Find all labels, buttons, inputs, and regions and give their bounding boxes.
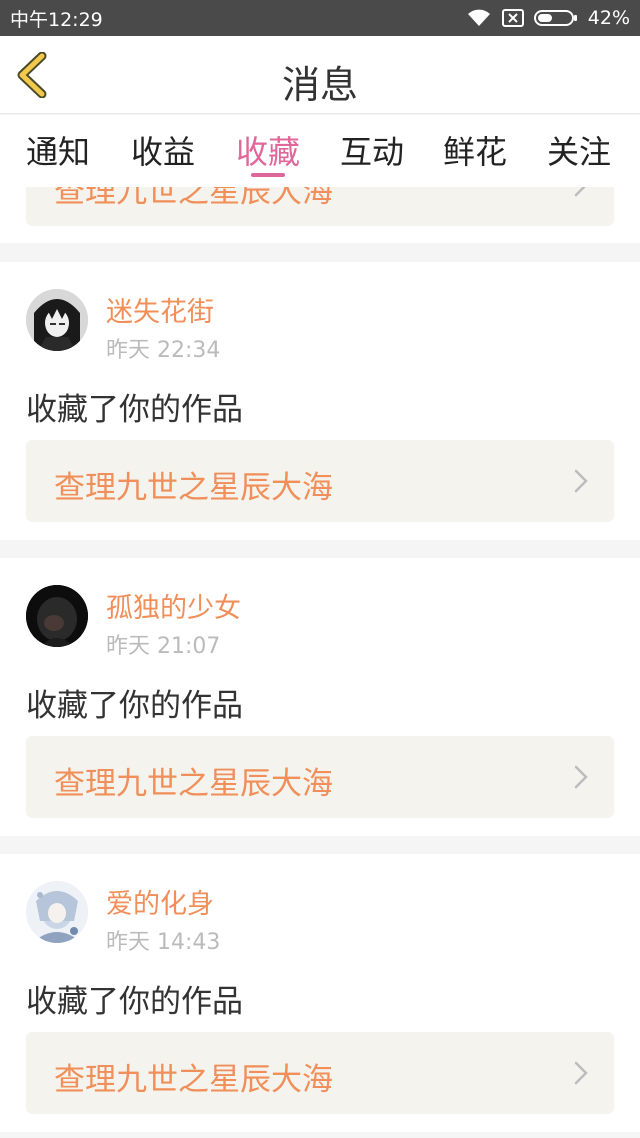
user-avatar[interactable] [26,881,88,943]
chevron-right-icon [574,187,586,197]
tab-notifications[interactable]: 通知 [26,127,90,173]
page-title: 消息 [281,63,358,107]
tab-favorites[interactable]: 收藏 [236,127,300,173]
nav-bar: 消息 [0,36,640,114]
user-avatar[interactable] [26,585,88,647]
tab-flowers[interactable]: 鲜花 [443,127,507,173]
work-title: 查理九世之星辰大海 [54,766,333,802]
timestamp: 昨天 14:43 [106,930,221,955]
action-text: 收藏了你的作品 [26,392,243,428]
action-text: 收藏了你的作品 [26,688,243,724]
tab-active-indicator [251,173,285,177]
message-card: 孤独的少女 昨天 21:07 收藏了你的作品 查理九世之星辰大海 [0,558,640,836]
message-card: 爱的化身 昨天 14:43 收藏了你的作品 查理九世之星辰大海 [0,854,640,1132]
work-link[interactable]: 查理九世之星辰大海 [26,736,614,818]
wifi-icon [466,8,492,28]
message-card-partial: 查理九世之星辰大海 [0,187,640,243]
work-title: 查理九世之星辰大海 [54,470,333,506]
status-bar: 中午12:29 42% [0,0,640,36]
sim-off-icon [501,8,524,28]
work-link[interactable]: 查理九世之星辰大海 [26,187,614,226]
username[interactable]: 孤独的少女 [106,586,241,625]
action-text: 收藏了你的作品 [26,984,243,1020]
tab-following[interactable]: 关注 [547,127,611,173]
chevron-right-icon [574,765,588,789]
work-link[interactable]: 查理九世之星辰大海 [26,1032,614,1114]
chevron-right-icon [574,1061,588,1085]
work-title: 查理九世之星辰大海 [54,187,333,210]
chevron-right-icon [574,469,588,493]
username[interactable]: 爱的化身 [106,882,214,921]
tab-earnings[interactable]: 收益 [131,127,195,173]
message-feed[interactable]: 查理九世之星辰大海 迷失花街 昨天 22:34 收藏了你的作品 查理九世之星辰大… [0,187,640,1138]
status-time: 中午12:29 [10,8,103,31]
tab-bar: 通知 收益 收藏 互动 鲜花 关注 [0,115,640,187]
user-avatar[interactable] [26,289,88,351]
work-title: 查理九世之星辰大海 [54,1062,333,1098]
message-card: 迷失花街 昨天 22:34 收藏了你的作品 查理九世之星辰大海 [0,262,640,540]
work-link[interactable]: 查理九世之星辰大海 [26,440,614,522]
timestamp: 昨天 21:07 [106,634,221,659]
username[interactable]: 迷失花街 [106,290,214,329]
battery-percent: 42% [587,7,630,29]
tab-interactions[interactable]: 互动 [340,127,404,173]
timestamp: 昨天 22:34 [106,338,221,363]
battery-icon [533,8,578,28]
